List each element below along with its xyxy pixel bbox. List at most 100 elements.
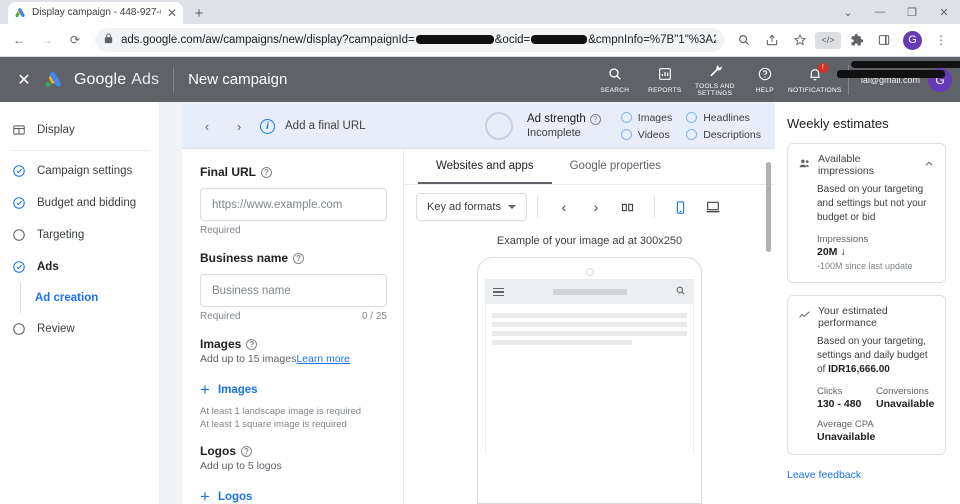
metric-conversions: Conversions Unavailable [876, 377, 935, 410]
header-search-button[interactable]: SEARCH [590, 66, 640, 94]
help-icon[interactable]: ? [246, 338, 258, 350]
sidebar-item-label: Campaign settings [37, 165, 133, 177]
plus-icon: + [200, 380, 210, 399]
add-logos-button[interactable]: + Logos [200, 488, 387, 504]
header-search-label: SEARCH [600, 86, 630, 94]
header-reports-label: REPORTS [648, 86, 682, 94]
help-icon[interactable]: ? [261, 166, 272, 178]
close-icon[interactable]: ✕ [167, 7, 177, 19]
sidebar-item-budget-and-bidding[interactable]: Budget and bidding [0, 187, 159, 219]
metric-label: Clicks [817, 386, 843, 397]
sidebar-item-display[interactable]: Display [0, 114, 159, 146]
sidebar-item-label: Targeting [37, 229, 85, 241]
checklist-item-descriptions: Descriptions [686, 129, 761, 141]
sidebar-subitem-label[interactable]: Ad creation [35, 292, 98, 304]
ad-strength-text: Ad strength ? Incomplete [527, 113, 601, 139]
help-icon[interactable]: ? [241, 445, 252, 457]
preview-prev-button[interactable]: ‹ [548, 193, 580, 221]
business-name-counter: 0 / 25 [361, 311, 387, 322]
account-info[interactable]: lal@gmail.com [836, 60, 960, 95]
metric-label: Conversions [876, 386, 929, 397]
chrome-menu-icon[interactable]: ⋮ [928, 27, 954, 53]
estimates-title: Weekly estimates [787, 116, 889, 131]
add-logos-label: Logos [217, 490, 253, 503]
header-notifications-button[interactable]: ! NOTIFICATIONS [788, 62, 841, 94]
header-help-label: HELP [755, 86, 774, 94]
mock-text-line [492, 340, 633, 345]
sidebar-item-ads[interactable]: Ads [0, 251, 159, 283]
checklist-item-headlines: Headlines [686, 112, 761, 124]
app-header: ✕ Google Ads New campaign SEARCH REPORTS… [0, 57, 960, 102]
tab-google-properties[interactable]: Google properties [552, 149, 679, 184]
mobile-icon[interactable] [665, 193, 697, 221]
chevron-up-icon[interactable] [923, 158, 935, 173]
phone-notch [485, 265, 694, 279]
back-icon[interactable]: ← [6, 27, 32, 53]
next-ad-button[interactable]: › [228, 115, 250, 137]
logos-label-row: Logos ? [200, 444, 387, 458]
tab-strip: Display campaign - 448-927-666 ✕ + ⌄ — ❐… [0, 0, 960, 24]
impressions-description: Based on your targeting and settings but… [817, 184, 927, 223]
reload-icon[interactable]: ⟳ [62, 27, 88, 53]
images-label-row: Images ? [200, 337, 387, 351]
notification-badge: ! [817, 62, 828, 73]
share-icon[interactable] [759, 27, 785, 53]
sidebar-subitem-ad-creation[interactable]: Ad creation [20, 283, 159, 313]
google-ads-icon [14, 7, 26, 19]
sidebar-item-review[interactable]: Review [0, 313, 159, 345]
header-reports-button[interactable]: REPORTS [640, 66, 690, 94]
help-icon[interactable]: ? [293, 252, 305, 264]
center-scrollbar-thumb[interactable] [766, 162, 771, 252]
forward-icon[interactable]: → [34, 27, 60, 53]
bookmark-star-icon[interactable] [787, 27, 813, 53]
address-bar[interactable]: ads.google.com/aw/campaigns/new/display?… [95, 28, 724, 52]
header-tools-button[interactable]: TOOLS AND SETTINGS [690, 62, 740, 97]
devtools-icon[interactable]: </> [815, 31, 841, 49]
performance-card-header[interactable]: Your estimated performance [798, 305, 935, 329]
search-icon[interactable] [731, 27, 757, 53]
help-icon[interactable]: ? [589, 113, 601, 125]
business-name-input[interactable]: Business name [200, 274, 387, 307]
tab-websites-and-apps[interactable]: Websites and apps [418, 149, 552, 184]
ad-strength-checklist: Images Headlines Videos Descriptions [620, 112, 761, 141]
extensions-icon[interactable] [843, 27, 869, 53]
sidebar-item-label: Display [37, 124, 75, 136]
ad-strength-ring [484, 112, 513, 140]
images-learn-more-link[interactable]: Learn more [296, 353, 350, 365]
impressions-change-note: -100M since last update [817, 261, 913, 271]
final-url-input[interactable]: https://www.example.com [200, 188, 387, 221]
minimize-button[interactable]: — [864, 0, 896, 24]
ad-format-value: Key ad formats [427, 201, 501, 213]
sidebar-item-targeting[interactable]: Targeting [0, 219, 159, 251]
trend-line-icon [798, 309, 811, 325]
add-images-button[interactable]: + Images [200, 381, 387, 398]
final-url-footer: Required [200, 225, 387, 236]
header-help-button[interactable]: HELP [740, 66, 790, 94]
logos-label: Logos [200, 444, 236, 458]
exit-campaign-icon[interactable]: ✕ [10, 70, 38, 90]
mock-search-placeholder [510, 289, 669, 295]
impressions-card-header[interactable]: Available impressions [798, 153, 935, 177]
new-tab-button[interactable]: + [189, 3, 209, 23]
tab-search-icon[interactable]: ⌄ [832, 0, 864, 24]
checklist-item-videos: Videos [620, 129, 672, 141]
desktop-icon[interactable] [697, 193, 729, 221]
browser-tab[interactable]: Display campaign - 448-927-666 ✕ [8, 2, 183, 24]
phone-mockup [477, 257, 702, 504]
maximize-button[interactable]: ❐ [896, 0, 928, 24]
preview-next-button[interactable]: › [580, 193, 612, 221]
leave-feedback-link[interactable]: Leave feedback [787, 469, 861, 481]
metric-clicks: Clicks 130 - 480 [817, 377, 876, 410]
performance-metrics-grid: Clicks 130 - 480 Conversions Unavailable… [817, 377, 935, 443]
ad-format-select[interactable]: Key ad formats [416, 193, 527, 221]
sidepanel-icon[interactable] [871, 27, 897, 53]
check-circle-icon [12, 164, 26, 178]
performance-card-title: Your estimated performance [818, 305, 888, 329]
ad-strength-status: Incomplete [526, 127, 581, 139]
sidebar-item-campaign-settings[interactable]: Campaign settings [0, 155, 159, 187]
close-window-button[interactable]: ✕ [928, 0, 960, 24]
profile-avatar[interactable]: G [903, 30, 922, 50]
prev-ad-button[interactable]: ‹ [196, 115, 218, 137]
compare-side-by-side-icon[interactable] [612, 193, 644, 221]
ad-strength-title: Ad strength [526, 113, 586, 125]
